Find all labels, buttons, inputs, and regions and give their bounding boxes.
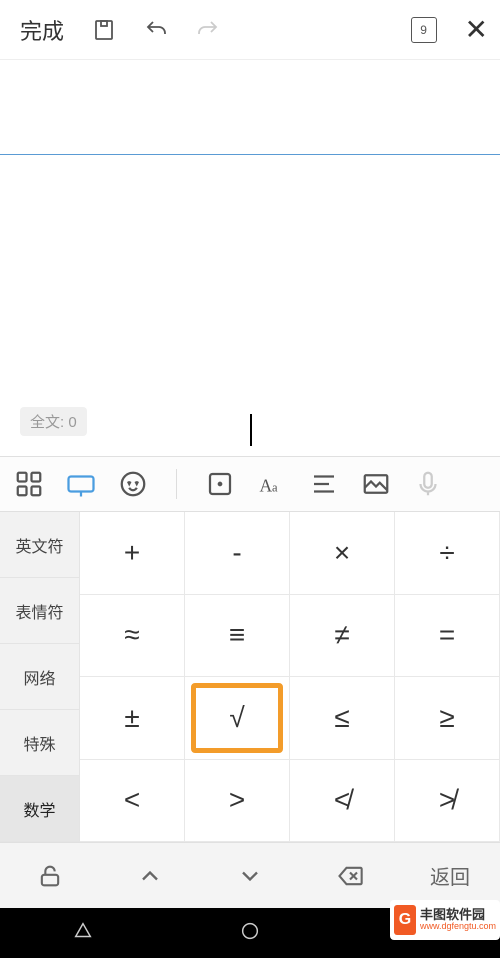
symbol-gte[interactable]: ≥ xyxy=(395,677,500,760)
symbol-ngt[interactable]: ≯ xyxy=(395,760,500,843)
lock-icon[interactable] xyxy=(0,843,100,908)
close-icon[interactable]: ✕ xyxy=(465,13,488,46)
symbol-plusminus[interactable]: ± xyxy=(80,677,185,760)
symbol-divide[interactable]: ÷ xyxy=(395,512,500,595)
chevron-up-icon[interactable] xyxy=(100,843,200,908)
symbol-plus[interactable]: + xyxy=(80,512,185,595)
ruler-line xyxy=(0,154,500,155)
category-column: 英文符 表情符 网络 特殊 数学 xyxy=(0,512,80,842)
separator xyxy=(176,469,177,499)
backspace-icon[interactable] xyxy=(300,843,400,908)
emoji-icon[interactable] xyxy=(118,469,148,499)
nav-back-icon[interactable] xyxy=(72,920,94,947)
symbol-approx[interactable]: ≈ xyxy=(80,595,185,678)
symbol-lt[interactable]: < xyxy=(80,760,185,843)
text-cursor xyxy=(250,414,252,446)
mic-icon[interactable] xyxy=(413,469,443,499)
done-button[interactable]: 完成 xyxy=(12,14,72,46)
word-count-badge: 全文: 0 xyxy=(20,407,87,436)
category-emoji[interactable]: 表情符 xyxy=(0,578,80,644)
document-canvas[interactable]: 全文: 0 xyxy=(0,60,500,456)
watermark-url: www.dgfengtu.com xyxy=(420,922,496,932)
symbol-minus[interactable]: - xyxy=(185,512,290,595)
undo-icon[interactable] xyxy=(144,18,168,42)
category-english[interactable]: 英文符 xyxy=(0,512,80,578)
symbol-gt[interactable]: > xyxy=(185,760,290,843)
symbol-multiply[interactable]: × xyxy=(290,512,395,595)
font-icon[interactable]: Aa xyxy=(257,469,287,499)
category-special[interactable]: 特殊 xyxy=(0,710,80,776)
symbol-nlt[interactable]: ≮ xyxy=(290,760,395,843)
watermark-logo: G xyxy=(394,905,416,935)
apps-icon[interactable] xyxy=(14,469,44,499)
align-icon[interactable] xyxy=(309,469,339,499)
top-toolbar: 完成 9 ✕ xyxy=(0,0,500,60)
symbol-keyboard: 英文符 表情符 网络 特殊 数学 + - × ÷ ≈ ≡ ≠ = ± √ ≤ ≥… xyxy=(0,512,500,842)
symbol-neq[interactable]: ≠ xyxy=(290,595,395,678)
redo-icon xyxy=(196,18,220,42)
keyboard-bottom-row: 返回 xyxy=(0,842,500,908)
back-button[interactable]: 返回 xyxy=(400,843,500,908)
fullscreen-icon[interactable] xyxy=(205,469,235,499)
format-toolbar: Aa xyxy=(0,456,500,512)
symbol-sqrt[interactable]: √ xyxy=(185,677,290,760)
symbol-identical[interactable]: ≡ xyxy=(185,595,290,678)
symbol-grid: + - × ÷ ≈ ≡ ≠ = ± √ ≤ ≥ < > ≮ ≯ xyxy=(80,512,500,842)
symbol-equals[interactable]: = xyxy=(395,595,500,678)
chevron-down-icon[interactable] xyxy=(200,843,300,908)
watermark-name: 丰图软件园 xyxy=(420,908,496,922)
nav-home-icon[interactable] xyxy=(239,920,261,947)
page-count-badge[interactable]: 9 xyxy=(411,17,437,43)
category-net[interactable]: 网络 xyxy=(0,644,80,710)
watermark: G 丰图软件园 www.dgfengtu.com xyxy=(390,900,500,940)
svg-text:A: A xyxy=(260,476,273,496)
save-icon[interactable] xyxy=(92,18,116,42)
category-math[interactable]: 数学 xyxy=(0,776,80,842)
keyboard-icon[interactable] xyxy=(66,469,96,499)
svg-text:a: a xyxy=(272,481,278,495)
symbol-lte[interactable]: ≤ xyxy=(290,677,395,760)
image-icon[interactable] xyxy=(361,469,391,499)
